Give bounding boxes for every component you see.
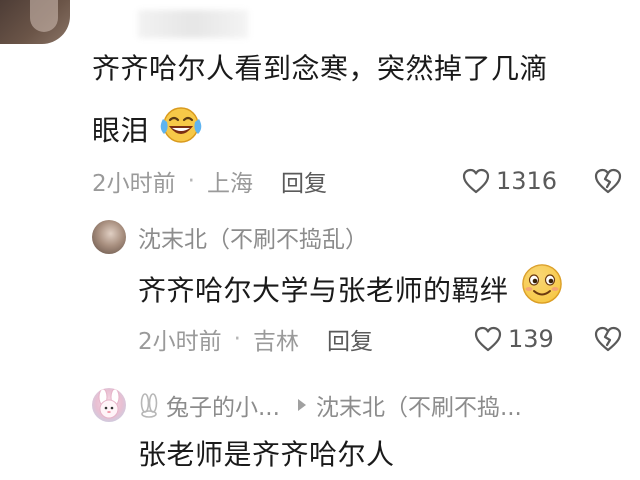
heart-icon bbox=[462, 168, 490, 194]
avatar[interactable] bbox=[92, 220, 126, 254]
rabbit-ears-icon bbox=[138, 392, 160, 418]
reply-username-row: 兔子的小... 沈末北（不刷不捣... bbox=[138, 388, 522, 422]
like-button[interactable]: 139 bbox=[474, 324, 554, 354]
timestamp: 2小时前 bbox=[138, 329, 222, 355]
reply-username[interactable]: 沈末北（不刷不捣乱） bbox=[138, 220, 368, 254]
like-button[interactable]: 1316 bbox=[462, 166, 557, 196]
smiling-emoji bbox=[518, 262, 566, 322]
comment-text-line: 眼泪 bbox=[92, 114, 150, 147]
avatar[interactable] bbox=[92, 388, 126, 422]
location: 吉林 bbox=[252, 329, 299, 355]
username-label: 沈末北（不刷不捣乱） bbox=[138, 227, 368, 253]
heart-icon bbox=[474, 326, 502, 352]
laughing-crying-emoji bbox=[158, 104, 204, 160]
dislike-button[interactable] bbox=[594, 166, 622, 196]
username-top-blurred bbox=[138, 10, 248, 38]
reply-button[interactable]: 回复 bbox=[281, 164, 327, 198]
comment-text-line: 齐齐哈尔人看到念寒，突然掉了几滴 bbox=[92, 52, 549, 85]
reply-arrow-icon bbox=[297, 399, 306, 411]
reply-text: 张老师是齐齐哈尔人 bbox=[138, 430, 395, 480]
location: 上海 bbox=[206, 171, 253, 197]
comment-thread: 齐齐哈尔人看到念寒，突然掉了几滴 眼泪 2小时前 · 上海 回复 1316 沈末… bbox=[0, 0, 640, 480]
broken-heart-icon bbox=[594, 168, 622, 194]
comment-meta: 2小时前 · 上海 回复 bbox=[92, 164, 327, 198]
username-label[interactable]: 兔子的小... bbox=[166, 388, 280, 422]
comment-text: 齐齐哈尔人看到念寒，突然掉了几滴 bbox=[92, 44, 548, 94]
comment-text: 眼泪 bbox=[92, 104, 204, 160]
reply-text: 齐齐哈尔大学与张老师的羁绊 bbox=[138, 262, 566, 322]
avatar-top[interactable] bbox=[0, 0, 70, 44]
like-count: 139 bbox=[508, 325, 554, 353]
bunny-avatar-icon bbox=[98, 388, 120, 419]
reply-to-username[interactable]: 沈末北（不刷不捣... bbox=[316, 388, 522, 422]
reply-button[interactable]: 回复 bbox=[327, 322, 373, 356]
reply-meta: 2小时前 · 吉林 回复 bbox=[138, 322, 373, 356]
timestamp: 2小时前 bbox=[92, 171, 176, 197]
separator-dot: · bbox=[187, 168, 195, 194]
dislike-button[interactable] bbox=[594, 324, 622, 354]
like-count: 1316 bbox=[496, 167, 558, 195]
separator-dot: · bbox=[233, 326, 241, 352]
broken-heart-icon bbox=[594, 326, 622, 352]
reply-text-line: 齐齐哈尔大学与张老师的羁绊 bbox=[138, 274, 509, 307]
reply-text-line: 张老师是齐齐哈尔人 bbox=[138, 438, 395, 471]
